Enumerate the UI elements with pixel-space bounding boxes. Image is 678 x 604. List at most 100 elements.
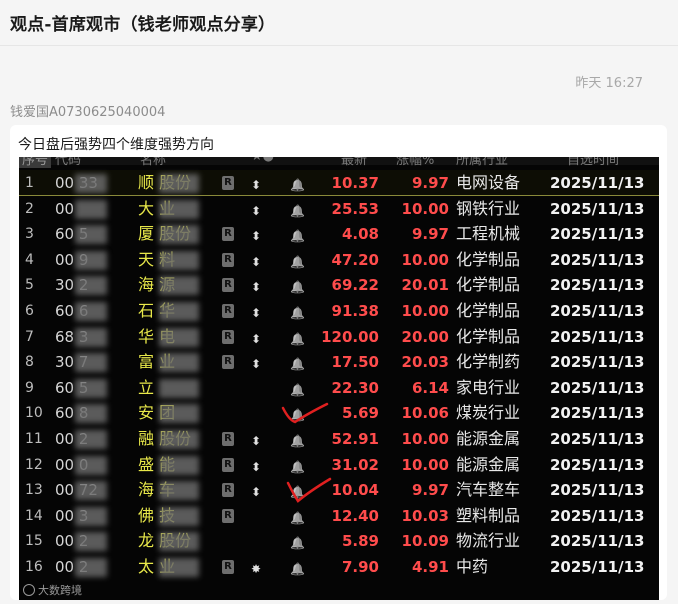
row-index: 15	[25, 533, 43, 550]
industry: 能源金属	[456, 429, 521, 448]
redaction-mosaic	[159, 506, 199, 526]
table-row[interactable]: 8 30 7富 业 R ⬍ 🔔 17.50 20.03 化学制药 2025/11/13	[19, 349, 659, 375]
header-code: 代码	[55, 157, 82, 168]
table-row[interactable]: 4 00 9天 料 R ⬍ 🔔 47.20 10.00 化学制品 2025/11/13	[19, 247, 659, 273]
redaction-mosaic	[159, 302, 199, 321]
watchlist-date: 2025/11/13	[550, 455, 645, 474]
updown-arrow-icon: ⬍	[251, 485, 262, 500]
table-row[interactable]: 1300 72海 车R⬍🔔10.049.97汽车整车2025/11/13	[19, 477, 659, 503]
bell-icon[interactable]: 🔔	[290, 380, 305, 400]
updown-arrow-icon: ✸	[251, 562, 262, 576]
bell-icon[interactable]: 🔔	[290, 405, 305, 425]
latest-price: 12.40	[331, 506, 379, 525]
redaction-mosaic	[75, 378, 107, 398]
bell-icon[interactable]: 🔔	[290, 533, 305, 553]
table-row[interactable]: 100 33顺 股份R⬍🔔10.379.97电网设备2025/11/13	[19, 170, 659, 196]
header-idx: 序号	[19, 157, 52, 168]
bell-icon[interactable]: 🔔	[290, 431, 305, 451]
industry: 中药	[456, 557, 489, 576]
redaction-mosaic	[75, 302, 107, 321]
watchlist-date: 2025/11/13	[550, 225, 645, 244]
bell-icon[interactable]: 🔔	[290, 329, 305, 349]
table-row[interactable]: 5 30 2海 源 R ⬍ 🔔 69.22 20.01 化学制品 2025/11/13	[19, 272, 659, 298]
bell-icon[interactable]: 🔔	[290, 508, 305, 528]
latest-price: 17.50	[331, 353, 379, 372]
industry: 化学制品	[456, 275, 521, 295]
industry: 家电行业	[456, 377, 521, 397]
bell-icon[interactable]: 🔔	[290, 354, 305, 374]
row-index: 7	[25, 328, 34, 345]
change-percent: 9.97	[411, 174, 449, 192]
table-row[interactable]: 9 60 5立 🔔 22.30 6.14 家电行业 2025/11/13	[19, 375, 659, 401]
updown-arrow-icon: ⬍	[251, 459, 262, 474]
watermark-text: 大数跨境	[38, 584, 82, 597]
r-badge-icon: R	[222, 278, 234, 293]
bell-icon[interactable]: 🔔	[290, 457, 305, 477]
updown-arrow-icon: ⬍	[251, 229, 262, 244]
industry: 汽车整车	[456, 480, 521, 500]
row-index: 2	[25, 200, 34, 217]
redaction-mosaic	[75, 353, 107, 373]
title-bar: 观点-首席观市（钱老师观点分享）	[0, 0, 678, 46]
redaction-mosaic	[159, 378, 199, 398]
watchlist-date: 2025/11/13	[550, 430, 645, 448]
row-index: 12	[25, 456, 43, 473]
redaction-mosaic	[159, 353, 199, 373]
header-price: 最新	[341, 157, 368, 168]
table-row[interactable]: 6 60 6石 华 R ⬍ 🔔 91.38 10.00 化学制品 2025/11/13	[19, 298, 659, 324]
table-row[interactable]: 360 5厦 股份R⬍🔔4.089.97工程机械2025/11/13	[19, 221, 659, 247]
table-row[interactable]: 1500 2龙 股份🔔5.8910.09物流行业2025/11/13	[19, 528, 659, 554]
bell-icon[interactable]: 🔔	[290, 175, 305, 195]
redaction-mosaic	[75, 327, 107, 347]
row-index: 1	[25, 175, 34, 191]
watchlist-date: 2025/11/13	[550, 378, 645, 397]
sender-name[interactable]: 钱爱国A0730625040004	[10, 101, 165, 120]
redaction-mosaic	[159, 199, 199, 219]
message-bubble[interactable]: 今日盘后强势四个维度强势方向 序号 代码 名称 ★● 最新 涨幅% 所属行业 自…	[10, 125, 667, 600]
redaction-mosaic	[75, 174, 107, 193]
industry: 电网设备	[456, 173, 521, 192]
industry: 化学制品	[456, 326, 521, 346]
watchlist-date: 2025/11/13	[550, 250, 645, 269]
table-row[interactable]: 14 00 3佛 技 R 🔔 12.40 10.03 塑料制品 2025/11/13	[19, 503, 659, 529]
row-index: 6	[25, 303, 34, 319]
latest-price: 69.22	[331, 276, 379, 295]
watchlist-date: 2025/11/13	[550, 506, 645, 525]
watchlist-date: 2025/11/13	[550, 327, 645, 346]
table-row[interactable]: 7 68 3华 电 R ⬍ 🔔 120.00 20.00 化学制品 2025/11/13	[19, 324, 659, 350]
industry: 化学制药	[456, 352, 521, 372]
bell-icon[interactable]: 🔔	[290, 482, 305, 502]
bell-icon[interactable]: 🔔	[290, 277, 305, 297]
table-row[interactable]: 16 00 2太 业 R ✸ 🔔 7.90 4.91 中药 2025/11/13	[19, 554, 659, 580]
change-percent: 20.00	[401, 327, 449, 346]
redaction-mosaic	[75, 481, 107, 501]
bell-icon[interactable]: 🔔	[290, 226, 305, 246]
bell-icon[interactable]: 🔔	[290, 252, 305, 272]
change-percent: 10.03	[401, 506, 449, 525]
bell-icon[interactable]: 🔔	[290, 201, 305, 221]
latest-price: 10.04	[331, 481, 379, 500]
bell-icon[interactable]: 🔔	[290, 559, 305, 579]
table-row[interactable]: 10 60 8安 团 🔔 5.69 10.06 煤炭行业 2025/11/13	[19, 400, 659, 426]
change-percent: 10.06	[401, 404, 449, 423]
redaction-mosaic	[75, 532, 107, 552]
r-badge-icon: R	[222, 304, 234, 318]
table-row[interactable]: 1100 2融 股份R⬍🔔52.9110.00能源金属2025/11/13	[19, 426, 659, 452]
r-badge-icon: R	[222, 355, 234, 370]
row-index: 14	[25, 507, 43, 524]
watchlist-date: 2025/11/13	[550, 276, 645, 295]
bell-icon[interactable]: 🔔	[290, 303, 305, 323]
row-index: 5	[25, 277, 34, 294]
latest-price: 5.89	[341, 532, 379, 551]
chat-window: 观点-首席观市（钱老师观点分享） 昨天 16:27 钱爱国A0730625040…	[0, 0, 678, 604]
r-badge-icon: R	[222, 560, 234, 574]
industry: 塑料制品	[456, 505, 521, 525]
latest-price: 7.90	[341, 558, 379, 576]
table-row[interactable]: 12 00 0盛 能 R ⬍ 🔔 31.02 10.00 能源金属 2025/11/13	[19, 452, 659, 478]
stock-table-image[interactable]: 序号 代码 名称 ★● 最新 涨幅% 所属行业 自选时间 100 33顺 股份R…	[19, 157, 659, 600]
latest-price: 52.91	[331, 430, 379, 448]
change-percent: 4.91	[411, 558, 449, 576]
chat-title: 观点-首席观市（钱老师观点分享）	[10, 15, 276, 35]
r-badge-icon: R	[222, 432, 234, 446]
table-row[interactable]: 2 00 大 业 ⬍ 🔔 25.53 10.00 钢铁行业 2025/11/13	[19, 196, 659, 222]
